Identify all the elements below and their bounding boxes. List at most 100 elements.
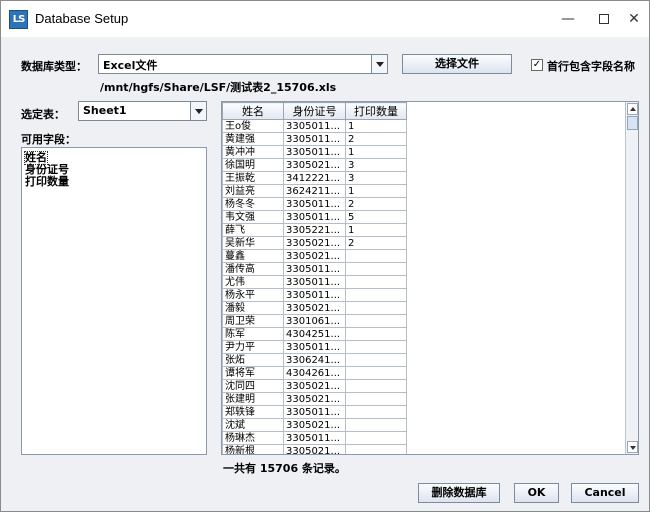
table-cell[interactable]: 陈军 [222,327,284,341]
table-cell[interactable]: 2 [345,132,407,146]
table-cell[interactable]: 1 [345,184,407,198]
table-cell[interactable]: 杨永平 [222,288,284,302]
table-row[interactable]: 黄冲冲 3305011... 1 [222,145,407,159]
table-cell[interactable]: 1 [345,119,407,133]
table-cell[interactable]: 3305011... [283,405,346,419]
chevron-down-icon[interactable] [190,102,206,120]
table-cell[interactable]: 3412221... [283,171,346,185]
column-header-id[interactable]: 身份证号 [283,102,346,120]
table-cell[interactable] [345,405,407,419]
table-cell[interactable]: 3305011... [283,431,346,445]
table-cell[interactable]: 3305021... [283,444,346,454]
table-row[interactable]: 黄建强 3305011... 2 [222,132,407,146]
table-cell[interactable]: 潘传高 [222,262,284,276]
table-cell[interactable]: 沈同四 [222,379,284,393]
table-cell[interactable] [345,249,407,263]
table-row[interactable]: 潘毅 3305021... [222,301,407,315]
scrollbar-thumb[interactable] [627,116,638,130]
ok-button[interactable]: OK [514,483,559,503]
list-item[interactable]: 打印数量 [25,176,203,188]
table-cell[interactable] [345,444,407,454]
table-cell[interactable] [345,379,407,393]
table-row[interactable]: 尹力平 3305011... [222,340,407,354]
delete-database-button[interactable]: 删除数据库 [418,483,500,503]
table-cell[interactable]: 3305011... [283,340,346,354]
table-cell[interactable] [345,288,407,302]
table-cell[interactable]: 尤伟 [222,275,284,289]
table-cell[interactable]: 4304251... [283,327,346,341]
table-cell[interactable]: 3305221... [283,223,346,237]
table-cell[interactable]: 沈斌 [222,418,284,432]
table-row[interactable]: 郑轶锋 3305011... [222,405,407,419]
table-cell[interactable] [345,418,407,432]
table-cell[interactable]: 薛飞 [222,223,284,237]
table-row[interactable]: 王o俊 3305011... 1 [222,119,407,133]
table-cell[interactable]: 张建明 [222,392,284,406]
table-cell[interactable] [345,353,407,367]
table-cell[interactable] [345,392,407,406]
table-row[interactable]: 张炻 3306241... [222,353,407,367]
table-cell[interactable]: 5 [345,210,407,224]
table-row[interactable]: 杨琳杰 3305011... [222,431,407,445]
minimize-icon[interactable]: — [553,7,583,31]
table-cell[interactable] [345,327,407,341]
table-cell[interactable]: 周卫荣 [222,314,284,328]
table-cell[interactable]: 吴新华 [222,236,284,250]
table-row[interactable]: 刘益亮 3624211... 1 [222,184,407,198]
table-row[interactable]: 张建明 3305021... [222,392,407,406]
table-cell[interactable] [345,262,407,276]
table-cell[interactable] [345,431,407,445]
table-cell[interactable]: 王o俊 [222,119,284,133]
table-cell[interactable]: 3305011... [283,210,346,224]
table-cell[interactable]: 3305021... [283,301,346,315]
table-cell[interactable]: 1 [345,145,407,159]
table-cell[interactable]: 黄冲冲 [222,145,284,159]
table-cell[interactable]: 3305011... [283,132,346,146]
table-row[interactable]: 潘传高 3305011... [222,262,407,276]
table-row[interactable]: 王振乾 3412221... 3 [222,171,407,185]
table-cell[interactable]: 张炻 [222,353,284,367]
title-bar[interactable]: LS Database Setup — ✕ [1,1,649,37]
table-cell[interactable]: 3305011... [283,262,346,276]
table-row[interactable]: 韦文强 3305011... 5 [222,210,407,224]
table-cell[interactable]: 谭将军 [222,366,284,380]
table-cell[interactable]: 韦文强 [222,210,284,224]
table-cell[interactable] [345,314,407,328]
table-row[interactable]: 陈军 4304251... [222,327,407,341]
table-cell[interactable] [345,275,407,289]
table-row[interactable]: 薛飞 3305221... 1 [222,223,407,237]
table-cell[interactable]: 3305021... [283,236,346,250]
table-cell[interactable]: 王振乾 [222,171,284,185]
table-cell[interactable]: 1 [345,223,407,237]
table-cell[interactable]: 徐国明 [222,158,284,172]
table-row[interactable]: 尤伟 3305011... [222,275,407,289]
sheet-select[interactable]: Sheet1 [78,101,207,121]
table-cell[interactable]: 3 [345,171,407,185]
table-cell[interactable]: 郑轶锋 [222,405,284,419]
scroll-up-icon[interactable] [627,103,638,115]
table-row[interactable]: 周卫荣 3301061... [222,314,407,328]
table-cell[interactable] [345,301,407,315]
available-fields-list[interactable]: 姓名 身份证号 打印数量 [21,147,207,455]
choose-file-button[interactable]: 选择文件 [402,54,512,74]
close-icon[interactable]: ✕ [619,7,649,31]
table-cell[interactable] [345,340,407,354]
table-row[interactable]: 沈斌 3305021... [222,418,407,432]
table-row[interactable]: 徐国明 3305021... 3 [222,158,407,172]
table-cell[interactable]: 3301061... [283,314,346,328]
table-cell[interactable]: 黄建强 [222,132,284,146]
table-cell[interactable] [345,366,407,380]
table-cell[interactable]: 刘益亮 [222,184,284,198]
table-scrollbar[interactable] [625,102,638,454]
maximize-icon[interactable] [589,7,619,31]
table-row[interactable]: 沈同四 3305021... [222,379,407,393]
table-cell[interactable]: 3306241... [283,353,346,367]
table-cell[interactable]: 潘毅 [222,301,284,315]
table-cell[interactable]: 3305011... [283,288,346,302]
table-cell[interactable]: 3305021... [283,392,346,406]
table-row[interactable]: 蔓鑫 3305021... [222,249,407,263]
table-cell[interactable]: 3305011... [283,197,346,211]
scroll-down-icon[interactable] [627,441,638,453]
first-row-header-checkbox[interactable]: ✓ [531,59,543,71]
table-cell[interactable]: 3305011... [283,275,346,289]
